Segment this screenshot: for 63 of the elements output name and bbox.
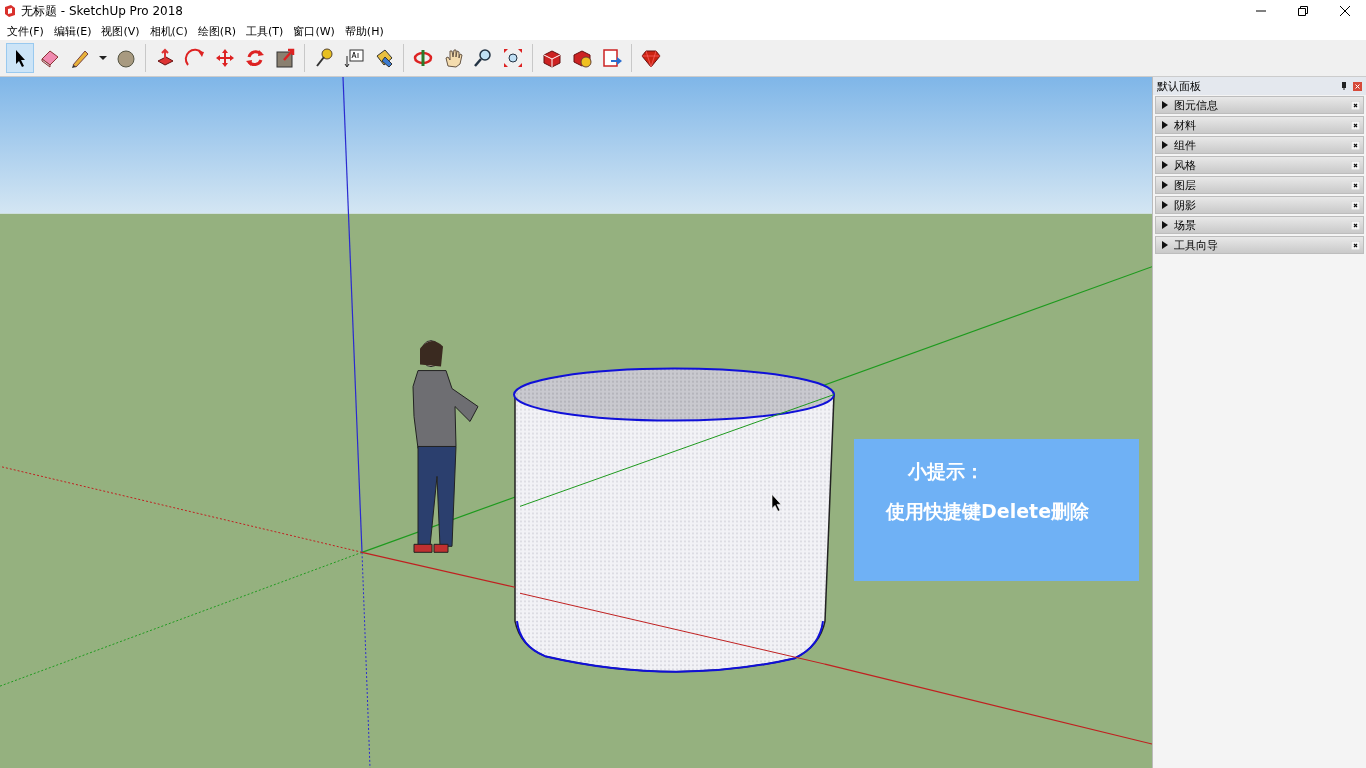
move-icon bbox=[214, 47, 236, 69]
restore-icon bbox=[1298, 6, 1308, 16]
collapsed-triangle-icon bbox=[1162, 121, 1168, 129]
section-label: 阴影 bbox=[1174, 197, 1197, 213]
section-label: 工具向导 bbox=[1174, 237, 1219, 253]
window-title: 无标题 - SketchUp Pro 2018 bbox=[21, 2, 184, 20]
panel-section-header[interactable]: 图层 bbox=[1155, 176, 1364, 194]
close-icon[interactable] bbox=[1351, 180, 1360, 190]
panel-section-header[interactable]: 图元信息 bbox=[1155, 96, 1364, 114]
rotate-icon bbox=[244, 47, 266, 69]
menu-item[interactable]: 相机(C) bbox=[144, 23, 193, 39]
collapsed-triangle-icon bbox=[1162, 181, 1168, 189]
pin-icon[interactable] bbox=[1341, 82, 1347, 90]
collapsed-triangle-icon bbox=[1162, 101, 1168, 109]
caret-icon bbox=[99, 56, 107, 60]
menu-item[interactable]: 视图(V) bbox=[96, 23, 145, 39]
select-tool-button[interactable] bbox=[6, 43, 34, 73]
menu-item[interactable]: 窗口(W) bbox=[288, 23, 340, 39]
collapsed-triangle-icon bbox=[1162, 161, 1168, 169]
section-label: 风格 bbox=[1174, 157, 1197, 173]
zoom-extents-icon bbox=[502, 47, 524, 69]
panel-section-header[interactable]: 场景 bbox=[1155, 216, 1364, 234]
circle-tool-icon bbox=[115, 47, 137, 69]
menu-item[interactable]: 文件(F) bbox=[2, 23, 49, 39]
tip-text: 使用快捷键Delete删除 bbox=[886, 499, 1091, 524]
collapsed-triangle-icon bbox=[1162, 241, 1168, 249]
close-icon[interactable] bbox=[1351, 120, 1360, 130]
ruby-gem-icon bbox=[640, 47, 662, 69]
close-icon[interactable] bbox=[1351, 240, 1360, 250]
menu-item[interactable]: 帮助(H) bbox=[339, 23, 389, 39]
cursor-icon bbox=[771, 494, 782, 512]
orbit-icon bbox=[412, 47, 434, 69]
menu-item[interactable]: 绘图(R) bbox=[192, 23, 242, 39]
scale-icon bbox=[274, 47, 296, 69]
section-label: 图层 bbox=[1174, 177, 1197, 193]
close-icon[interactable] bbox=[1351, 100, 1360, 110]
panel-section-header[interactable]: 工具向导 bbox=[1155, 236, 1364, 254]
collapsed-triangle-icon bbox=[1162, 201, 1168, 209]
tape-measure-icon bbox=[313, 47, 335, 69]
section-label: 图元信息 bbox=[1174, 97, 1219, 113]
text-tool-icon bbox=[343, 47, 365, 69]
section-label: 组件 bbox=[1174, 137, 1197, 153]
panel-section-header[interactable]: 材料 bbox=[1155, 116, 1364, 134]
close-icon[interactable] bbox=[1351, 140, 1360, 150]
close-icon[interactable] bbox=[1351, 200, 1360, 210]
section-label: 场景 bbox=[1174, 217, 1197, 233]
collapsed-triangle-icon bbox=[1162, 141, 1168, 149]
app-logo-icon bbox=[3, 4, 17, 18]
panel-section-header[interactable]: 组件 bbox=[1155, 136, 1364, 154]
panel-title: 默认面板 bbox=[1157, 78, 1202, 94]
close-icon bbox=[1340, 6, 1350, 16]
zoom-icon bbox=[472, 47, 494, 69]
send-to-layout-icon bbox=[601, 47, 623, 69]
close-icon[interactable] bbox=[1351, 160, 1360, 170]
menu-item[interactable]: 编辑(E) bbox=[48, 23, 97, 39]
panel-section-header[interactable]: 阴影 bbox=[1155, 196, 1364, 214]
hand-icon bbox=[442, 47, 464, 69]
collapsed-triangle-icon bbox=[1162, 221, 1168, 229]
section-label: 材料 bbox=[1174, 117, 1197, 133]
tip-title: 小提示： bbox=[908, 459, 985, 484]
menu-item[interactable]: 工具(T) bbox=[241, 23, 289, 39]
panel-section-header[interactable]: 风格 bbox=[1155, 156, 1364, 174]
close-icon[interactable] bbox=[1351, 220, 1360, 230]
